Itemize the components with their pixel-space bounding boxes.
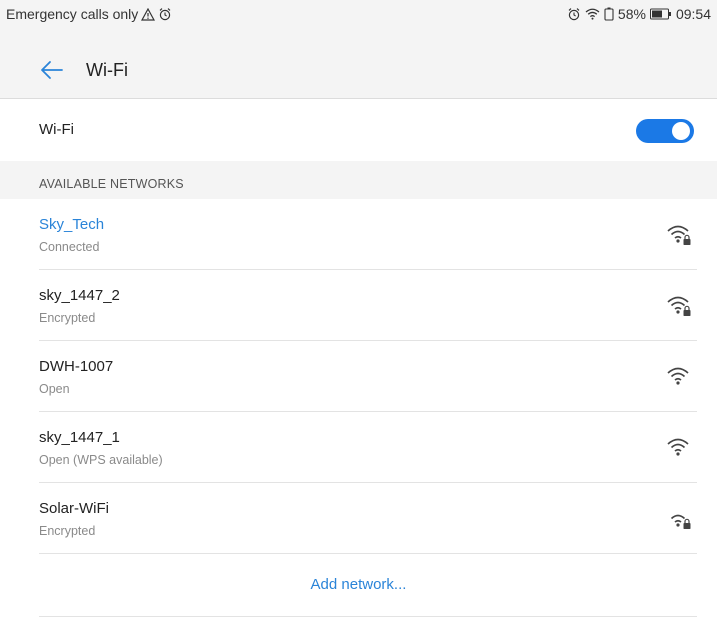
network-name: Sky_Tech [39, 216, 105, 233]
network-name: DWH-1007 [39, 358, 114, 375]
network-row-sky-1447-2[interactable]: sky_1447_2 Encrypted [0, 270, 717, 341]
network-status: Connected [39, 240, 100, 254]
network-row-sky-1447-1[interactable]: sky_1447_1 Open (WPS available) [0, 412, 717, 483]
wifi-toggle-label: Wi-Fi [39, 121, 74, 138]
wifi-open-icon [667, 367, 689, 385]
network-name: sky_1447_1 [39, 429, 120, 446]
status-left: Emergency calls only [6, 6, 172, 22]
divider [39, 553, 697, 554]
add-network-row: Add network... [0, 555, 717, 617]
network-status: Open (WPS available) [39, 453, 163, 467]
wifi-locked-icon [667, 225, 691, 245]
page-title: Wi-Fi [86, 60, 128, 80]
network-status: Encrypted [39, 311, 96, 325]
network-name: Solar-WiFi [39, 500, 109, 517]
battery-percent: 58% [617, 6, 646, 22]
top-area: Emergency calls only 58% 09:54 Wi-Fi [0, 0, 717, 100]
network-row-dwh-1007[interactable]: DWH-1007 Open [0, 341, 717, 412]
network-row-sky-tech[interactable]: Sky_Tech Connected [0, 199, 717, 270]
arrow-left-icon [41, 61, 63, 79]
wifi-locked-icon [667, 296, 691, 316]
alarm-icon [567, 7, 581, 21]
add-network-button[interactable]: Add network... [0, 576, 717, 593]
battery-icon [649, 8, 672, 20]
network-status: Open [39, 382, 70, 396]
network-row-solar-wifi[interactable]: Solar-WiFi Encrypted [0, 483, 717, 554]
alarm-icon [158, 7, 172, 21]
wifi-locked-icon [670, 514, 691, 529]
network-list: Sky_Tech Connected sky_1447_2 Encrypted … [0, 199, 717, 554]
carrier-status-text: Emergency calls only [6, 6, 139, 22]
network-status: Encrypted [39, 524, 96, 538]
warning-icon [141, 7, 156, 21]
wifi-toggle-row[interactable]: Wi-Fi [0, 99, 717, 161]
wifi-toggle-switch[interactable] [636, 119, 694, 143]
available-networks-header: AVAILABLE NETWORKS [39, 177, 184, 191]
back-button[interactable] [36, 54, 68, 86]
status-right: 58% 09:54 [567, 6, 711, 22]
status-bar: Emergency calls only 58% 09:54 [0, 0, 717, 30]
app-bar: Wi-Fi [0, 48, 717, 92]
wifi-signal-icon [585, 8, 600, 20]
clock-time: 09:54 [675, 6, 711, 22]
toggle-knob [672, 122, 690, 140]
section-header: AVAILABLE NETWORKS [0, 161, 717, 199]
network-name: sky_1447_2 [39, 287, 120, 304]
wifi-open-icon [667, 438, 689, 456]
battery-saver-icon [604, 7, 614, 21]
divider [39, 616, 697, 617]
